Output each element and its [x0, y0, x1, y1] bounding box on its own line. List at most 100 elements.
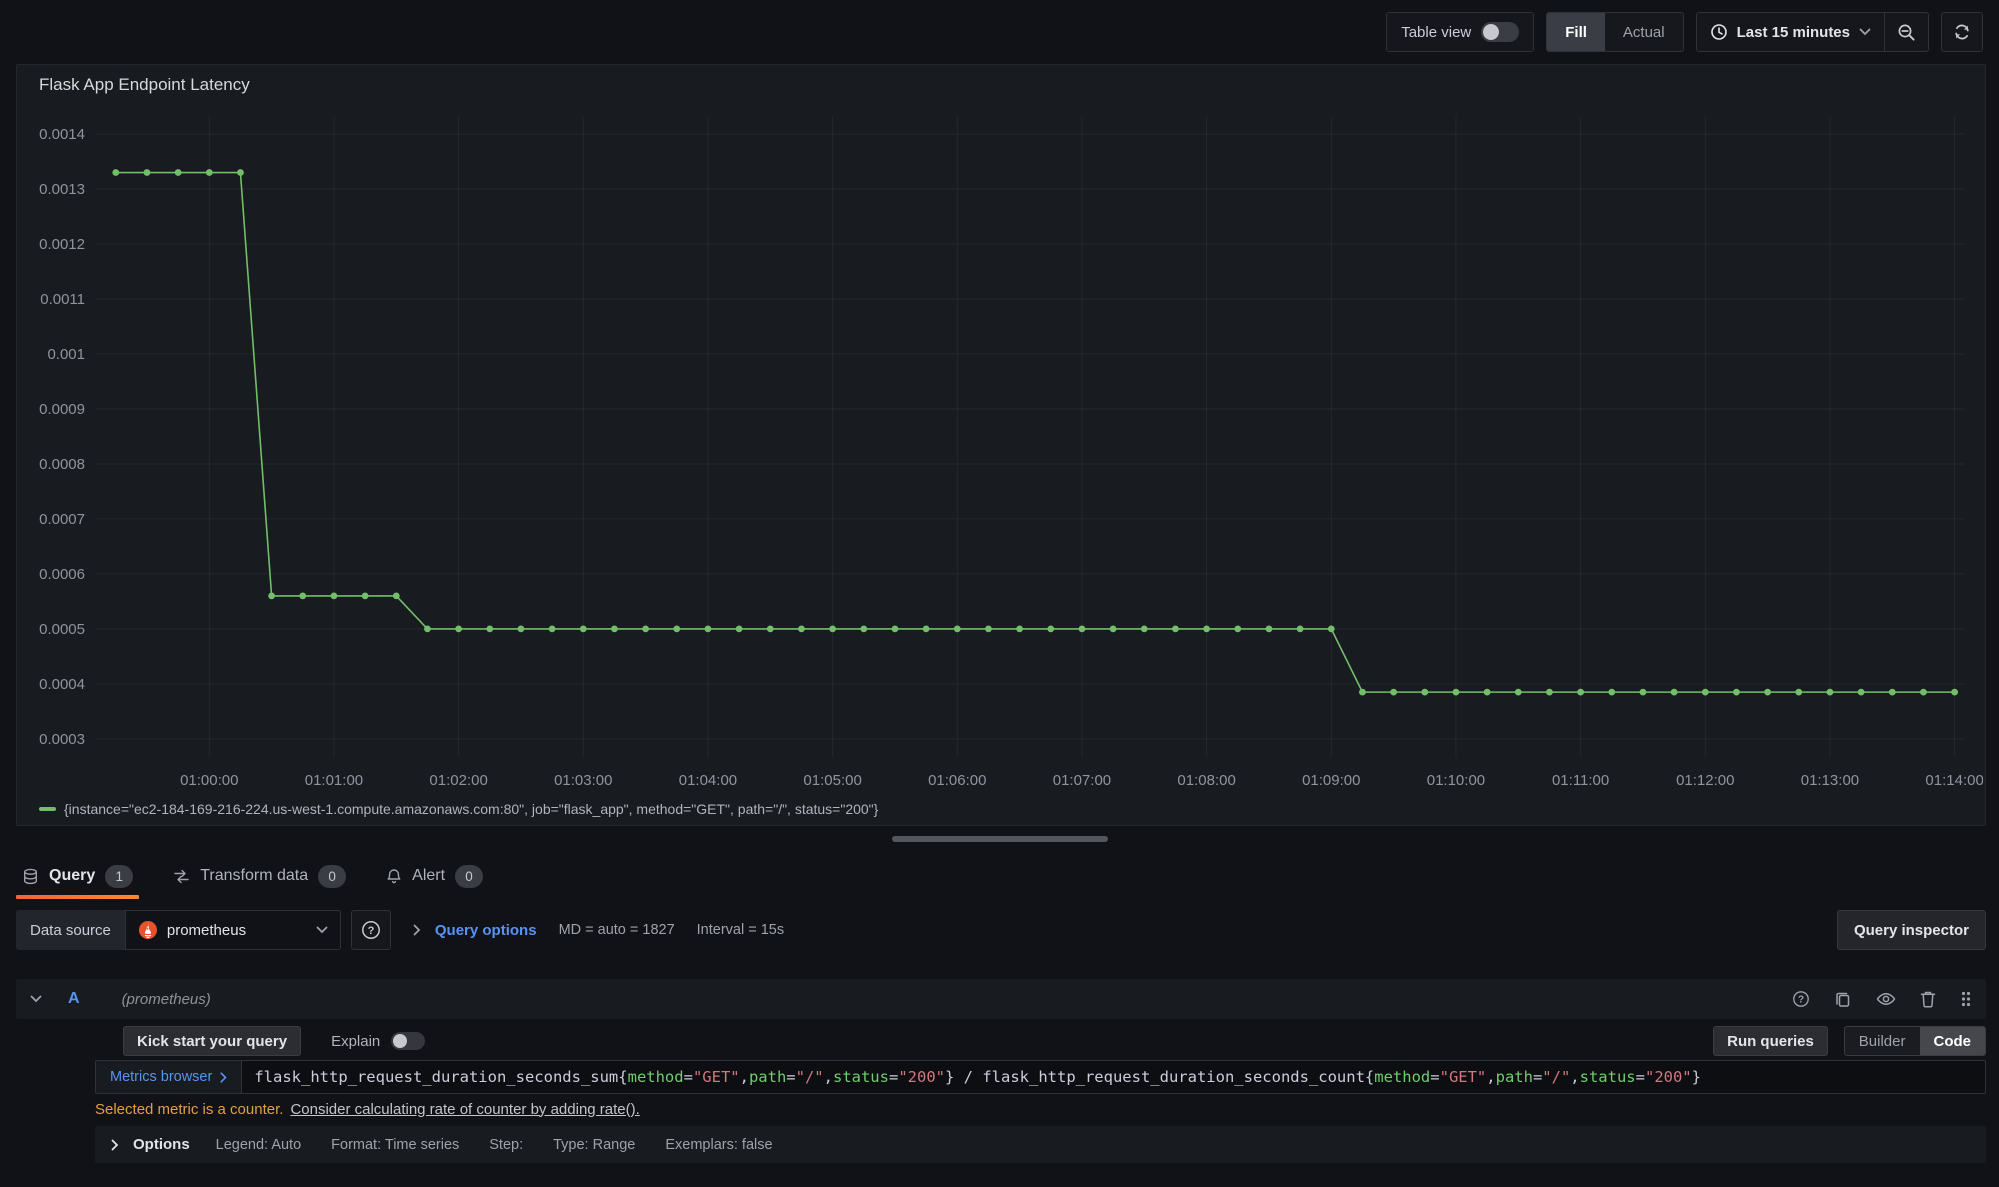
data-point — [954, 625, 961, 632]
x-axis-tick-label: 01:09:00 — [1302, 772, 1360, 789]
data-point — [393, 593, 400, 600]
data-point — [1764, 689, 1771, 696]
explain-toggle[interactable] — [391, 1032, 425, 1050]
data-point — [1016, 625, 1023, 632]
y-axis-tick-label: 0.0009 — [39, 401, 85, 418]
x-axis-tick-label: 01:14:00 — [1925, 772, 1983, 789]
query-inspector-button[interactable]: Query inspector — [1837, 910, 1986, 950]
datasource-help-button[interactable]: ? — [351, 910, 391, 950]
metrics-browser-button[interactable]: Metrics browser — [96, 1061, 242, 1093]
data-point — [299, 593, 306, 600]
collapse-query-chevron-icon[interactable] — [30, 995, 42, 1003]
toggle-knob — [1483, 24, 1499, 40]
query-help-icon[interactable]: ? — [1792, 990, 1810, 1008]
series-line — [116, 173, 1955, 693]
data-point — [1141, 625, 1148, 632]
duplicate-query-icon[interactable] — [1834, 990, 1852, 1008]
tab-transform-count-badge: 0 — [318, 865, 346, 888]
query-row-actions: ? — [1792, 990, 1972, 1008]
tab-query-count-badge: 1 — [105, 865, 133, 888]
time-range-picker[interactable]: Last 15 minutes — [1697, 13, 1884, 51]
query-options-toggle[interactable]: Query options — [435, 922, 537, 939]
options-toggle[interactable]: Options — [111, 1136, 190, 1153]
data-point — [1608, 689, 1615, 696]
metrics-browser-label: Metrics browser — [110, 1069, 212, 1085]
svg-text:?: ? — [1798, 995, 1804, 1006]
data-point — [237, 169, 244, 176]
refresh-button[interactable] — [1941, 12, 1983, 52]
query-options-footer: Options Legend: AutoFormat: Time seriesS… — [95, 1126, 1986, 1163]
tab-alert[interactable]: Alert 0 — [380, 851, 489, 901]
data-point — [1733, 689, 1740, 696]
data-point — [705, 625, 712, 632]
y-axis-tick-label: 0.0006 — [39, 566, 85, 583]
options-summary-item: Exemplars: false — [665, 1137, 772, 1153]
data-point — [1421, 689, 1428, 696]
zoom-out-time-button[interactable] — [1884, 13, 1928, 51]
datasource-label: Data source — [16, 910, 125, 950]
chevron-down-icon — [316, 926, 328, 934]
delete-query-trash-icon[interactable] — [1920, 990, 1936, 1008]
options-summary: Legend: AutoFormat: Time seriesStep:Type… — [216, 1137, 773, 1153]
options-summary-item: Legend: Auto — [216, 1137, 301, 1153]
time-picker-group: Last 15 minutes — [1696, 12, 1929, 52]
y-axis-tick-label: 0.0005 — [39, 621, 85, 638]
run-queries-button[interactable]: Run queries — [1713, 1026, 1828, 1056]
chevron-right-icon — [111, 1139, 119, 1151]
data-point — [455, 625, 462, 632]
data-point — [1266, 625, 1273, 632]
y-axis-tick-label: 0.001 — [47, 346, 85, 363]
data-point — [1920, 689, 1927, 696]
data-point — [1172, 625, 1179, 632]
data-point — [1328, 625, 1335, 632]
actual-option[interactable]: Actual — [1605, 13, 1683, 51]
y-axis-tick-label: 0.0003 — [39, 731, 85, 748]
datasource-row: Data source prometheus ? Query options M… — [16, 908, 1986, 952]
x-axis-tick-label: 01:03:00 — [554, 772, 612, 789]
tab-transform-data[interactable]: Transform data 0 — [167, 851, 352, 901]
data-point — [580, 625, 587, 632]
y-axis-tick-label: 0.0004 — [39, 676, 85, 693]
hide-query-eye-icon[interactable] — [1876, 991, 1896, 1007]
kick-start-query-button[interactable]: Kick start your query — [123, 1026, 301, 1056]
x-axis-tick-label: 01:13:00 — [1801, 772, 1859, 789]
data-point — [736, 625, 743, 632]
drag-handle-grip-icon[interactable] — [1960, 990, 1972, 1008]
x-axis-tick-label: 01:05:00 — [803, 772, 861, 789]
promql-query-text: flask_http_request_duration_seconds_sum{… — [254, 1068, 1701, 1086]
data-point — [642, 625, 649, 632]
data-point — [1546, 689, 1553, 696]
y-axis-tick-label: 0.0014 — [39, 126, 85, 143]
data-point — [985, 625, 992, 632]
max-data-points-value: MD = auto = 1827 — [559, 922, 675, 938]
tab-transform-label: Transform data — [200, 867, 308, 885]
panel-title[interactable]: Flask App Endpoint Latency — [39, 75, 250, 95]
promql-query-input[interactable]: flask_http_request_duration_seconds_sum{… — [242, 1061, 1985, 1093]
fill-option[interactable]: Fill — [1547, 13, 1605, 51]
add-rate-link[interactable]: Consider calculating rate of counter by … — [290, 1101, 639, 1118]
data-point — [829, 625, 836, 632]
x-axis-tick-label: 01:11:00 — [1552, 772, 1609, 789]
tab-query[interactable]: Query 1 — [16, 851, 139, 901]
options-summary-item: Step: — [489, 1137, 523, 1153]
warning-text: Selected metric is a counter. — [95, 1101, 283, 1118]
datasource-picker[interactable]: prometheus — [125, 910, 341, 950]
legend-series-marker — [39, 807, 56, 811]
code-option[interactable]: Code — [1920, 1027, 1986, 1055]
query-ref-id[interactable]: A — [68, 990, 80, 1008]
help-circle-icon: ? — [361, 920, 381, 940]
refresh-icon — [1952, 22, 1972, 42]
data-point — [1702, 689, 1709, 696]
pane-resize-handle[interactable] — [892, 836, 1108, 842]
table-view-label: Table view — [1401, 24, 1471, 41]
panel-editor-toolbar: Table view Fill Actual Last 15 minutes — [0, 0, 1983, 64]
legend-item[interactable]: {instance="ec2-184-169-216-224.us-west-1… — [39, 801, 878, 817]
data-point — [362, 593, 369, 600]
y-axis-tick-label: 0.0011 — [40, 291, 85, 308]
x-axis-tick-label: 01:02:00 — [429, 772, 487, 789]
table-view-toggle[interactable] — [1481, 22, 1519, 42]
data-point — [518, 625, 525, 632]
tab-alert-count-badge: 0 — [455, 865, 483, 888]
timeseries-chart[interactable]: 0.00030.00040.00050.00060.00070.00080.00… — [25, 107, 1983, 805]
builder-option[interactable]: Builder — [1845, 1027, 1920, 1055]
